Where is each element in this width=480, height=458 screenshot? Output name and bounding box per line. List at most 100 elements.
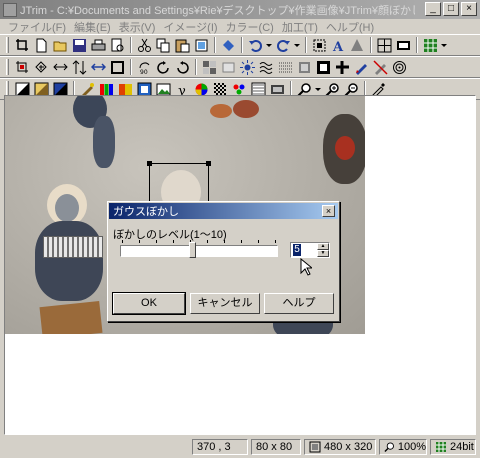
slider-tick (275, 240, 276, 243)
grid-icon[interactable] (375, 36, 393, 54)
blur-level-spinbox[interactable]: 5 ▲ ▼ (290, 242, 330, 258)
crop-icon[interactable] (13, 36, 31, 54)
status-bar: 370 , 3 80 x 80 480 x 320 100% 24bit (0, 437, 480, 458)
maximize-button[interactable]: □ (443, 2, 459, 16)
status-coords-value: 370 , 3 (197, 441, 231, 453)
redo-icon[interactable] (274, 36, 292, 54)
menu-view[interactable]: 表示(V) (115, 19, 160, 35)
flip-vertical-icon[interactable] (70, 58, 88, 76)
rotate-left-icon[interactable] (154, 58, 172, 76)
paste-new-icon[interactable] (192, 36, 210, 54)
menu-help[interactable]: ヘルプ(H) (322, 19, 378, 35)
pen-icon[interactable] (352, 58, 370, 76)
contour-icon[interactable] (314, 58, 332, 76)
selection-handle[interactable] (147, 161, 152, 166)
selection-handle[interactable] (206, 161, 211, 166)
print-preview-icon[interactable] (108, 36, 126, 54)
menu-bar: ファイル(F) 編集(E) 表示(V) イメージ(I) カラー(C) 加工(T)… (0, 19, 480, 34)
slider-tick (258, 240, 259, 243)
mosaic-icon[interactable] (200, 58, 218, 76)
film-icon[interactable] (394, 36, 412, 54)
mouse-cursor-icon (300, 258, 312, 276)
menu-color[interactable]: カラー(C) (222, 19, 278, 35)
save-icon[interactable] (70, 36, 88, 54)
redo-dropdown-icon[interactable] (293, 36, 301, 54)
toolbar-separator (195, 59, 197, 75)
slider-tick (241, 240, 242, 243)
trim-icon[interactable] (13, 58, 31, 76)
photo-figure (233, 100, 259, 118)
spin-down-button[interactable]: ▼ (317, 250, 329, 257)
move-icon[interactable] (89, 58, 107, 76)
undo-dropdown-icon[interactable] (265, 36, 273, 54)
resize-icon[interactable] (310, 36, 328, 54)
transform-toolbar: 90 (0, 56, 480, 78)
slider-tick (139, 240, 140, 243)
dialog-close-button[interactable]: × (322, 205, 335, 217)
spiral-icon[interactable] (390, 58, 408, 76)
dialog-title: ガウスぼかし (109, 203, 338, 219)
sunburst-icon[interactable] (238, 58, 256, 76)
main-toolbar: A (0, 34, 480, 56)
print-icon[interactable] (89, 36, 107, 54)
open-folder-icon[interactable] (51, 36, 69, 54)
status-depth: 24bit (430, 439, 476, 455)
photo-doll-left-body (35, 221, 103, 301)
color-grid-dropdown-icon[interactable] (440, 36, 448, 54)
slider-tick (156, 240, 157, 243)
photo-figure (93, 116, 115, 168)
flip-horizontal-icon[interactable] (51, 58, 69, 76)
slider-tick (224, 240, 225, 243)
no-draw-icon[interactable] (371, 58, 389, 76)
blur-icon[interactable] (219, 58, 237, 76)
color-grid-icon[interactable] (421, 36, 439, 54)
crosshatch-icon[interactable] (333, 58, 351, 76)
window-title: JTrim - C:¥Documents and Settings¥Rie¥デス… (20, 4, 415, 17)
sharpen-icon[interactable] (348, 36, 366, 54)
emboss-icon[interactable] (295, 58, 313, 76)
blur-level-slider[interactable] (120, 245, 278, 257)
copy-icon[interactable] (154, 36, 172, 54)
status-zoom: 100% (379, 439, 427, 455)
toolbar-separator (305, 37, 307, 53)
ok-button[interactable]: OK (112, 292, 186, 315)
rotate-90-icon[interactable]: 90 (135, 58, 153, 76)
text-icon[interactable]: A (329, 36, 347, 54)
menu-file[interactable]: ファイル(F) (4, 19, 70, 35)
status-zoom-value: 100% (397, 441, 426, 453)
menu-edit[interactable]: 編集(E) (70, 19, 115, 35)
zoom-level-icon (384, 442, 394, 453)
toolbar-grip[interactable] (6, 59, 9, 75)
menu-image[interactable]: イメージ(I) (159, 19, 221, 35)
toolbar-separator (130, 59, 132, 75)
status-coords: 370 , 3 (192, 439, 248, 455)
toolbar-separator (130, 37, 132, 53)
svg-text:90: 90 (140, 69, 148, 75)
undo-icon[interactable] (246, 36, 264, 54)
cancel-button[interactable]: キャンセル (190, 293, 260, 314)
blur-level-value[interactable]: 5 (293, 244, 301, 256)
wave-icon[interactable] (257, 58, 275, 76)
rotate-right-icon[interactable] (173, 58, 191, 76)
help-button[interactable]: ヘルプ (264, 293, 334, 314)
status-selection-value: 80 x 80 (256, 441, 293, 453)
title-bar: JTrim - C:¥Documents and Settings¥Rie¥デス… (0, 0, 480, 19)
image-size-icon (309, 441, 321, 453)
cut-icon[interactable] (135, 36, 153, 54)
capture-icon[interactable] (219, 36, 237, 54)
new-file-icon[interactable] (32, 36, 50, 54)
toolbar-grip[interactable] (6, 37, 9, 53)
slider-tick (122, 240, 123, 243)
noise-icon[interactable] (276, 58, 294, 76)
app-icon (3, 2, 17, 17)
rotate-free-icon[interactable] (32, 58, 50, 76)
spin-up-button[interactable]: ▲ (317, 243, 329, 250)
status-image-size-value: 480 x 320 (324, 441, 373, 453)
blur-level-slider-thumb[interactable] (188, 242, 196, 258)
slider-tick (207, 240, 208, 243)
minimize-button[interactable]: _ (425, 2, 441, 16)
frame-icon[interactable] (108, 58, 126, 76)
close-button[interactable]: × (461, 2, 477, 16)
paste-icon[interactable] (173, 36, 191, 54)
menu-process[interactable]: 加工(T) (278, 19, 322, 35)
